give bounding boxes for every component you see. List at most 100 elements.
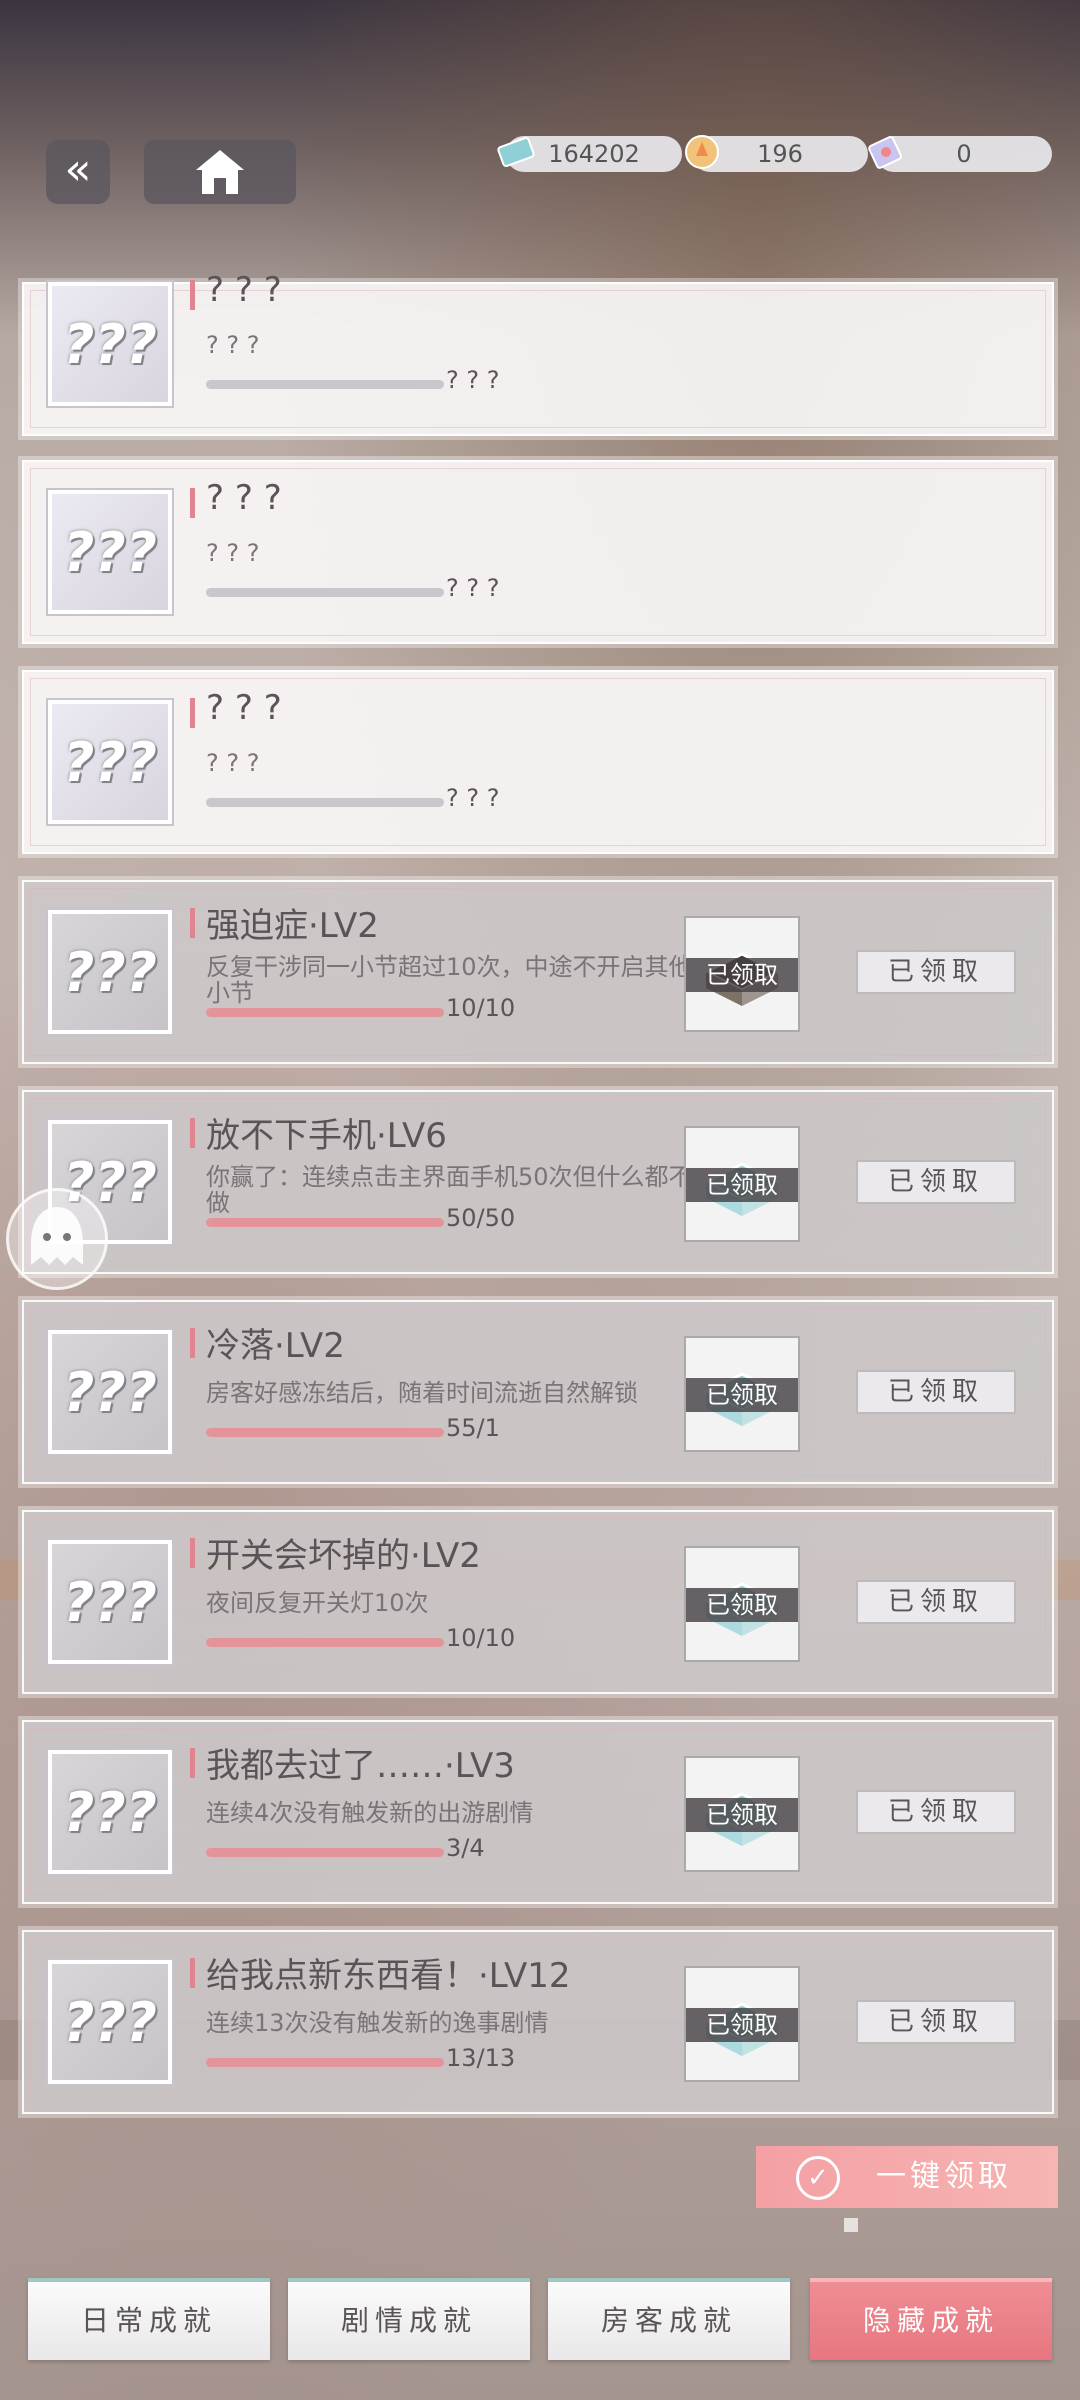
achievement-placeholder-icon: ???	[46, 1748, 174, 1876]
progress-text: ? ? ?	[446, 574, 500, 602]
reward-item: 已领取	[684, 1966, 800, 2082]
progress-text: 3/4	[446, 1834, 485, 1862]
achievement-card: ??? 开关会坏掉的·LV2 夜间反复开关灯10次 10/10 已领取 已领取	[22, 1510, 1054, 1694]
progress-fill	[206, 1638, 444, 1647]
reward-item: 已领取	[684, 1756, 800, 1872]
progress-text: ? ? ?	[446, 784, 500, 812]
achievement-description: ? ? ?	[206, 749, 260, 777]
reward-claimed-tag: 已领取	[686, 1588, 798, 1622]
claim-button[interactable]: 已领取	[856, 2000, 1016, 2044]
achievement-description: ? ? ?	[206, 539, 260, 567]
claim-button[interactable]: 已领取	[856, 950, 1016, 994]
page-indicator-dot	[844, 2218, 858, 2232]
achievement-placeholder-icon: ???	[46, 280, 174, 408]
progress-bar	[206, 798, 444, 807]
achievement-title: 冷落·LV2	[206, 1326, 345, 1366]
reward-claimed-tag: 已领取	[686, 2008, 798, 2042]
progress-bar	[206, 1428, 444, 1437]
achievement-title: 开关会坏掉的·LV2	[206, 1536, 481, 1576]
title-accent-bar	[190, 1118, 195, 1148]
gem-icon	[685, 135, 719, 169]
back-button[interactable]: «	[46, 140, 110, 204]
achievement-card: ??? ? ? ? ? ? ? ? ? ?	[22, 270, 1054, 436]
reward-claimed-tag: 已领取	[686, 1168, 798, 1202]
reward-claimed-tag: 已领取	[686, 958, 798, 992]
achievement-placeholder-icon: ???	[46, 488, 174, 616]
ghost-icon	[31, 1207, 83, 1265]
progress-bar	[206, 1848, 444, 1857]
double-chevron-left-icon: «	[64, 144, 92, 195]
achievement-card: ??? ? ? ? ? ? ? ? ? ?	[22, 670, 1054, 854]
progress-fill	[206, 1848, 444, 1857]
achievement-description: ? ? ?	[206, 331, 260, 359]
progress-fill	[206, 1008, 444, 1017]
currency-ticket: 0	[868, 136, 1052, 172]
achievement-title: ? ? ?	[206, 478, 282, 518]
tab-hidden[interactable]: 隐藏成就	[810, 2278, 1052, 2360]
reward-item: 已领取	[684, 1336, 800, 1452]
ticket-icon	[868, 136, 902, 169]
tab-daily[interactable]: 日常成就	[28, 2278, 270, 2360]
achievement-card: ??? 强迫症·LV2 反复干涉同一小节超过10次，中途不开启其他小节 10/1…	[22, 880, 1054, 1064]
progress-text: 55/1	[446, 1414, 500, 1442]
title-accent-bar	[190, 1748, 195, 1778]
tab-story[interactable]: 剧情成就	[288, 2278, 530, 2360]
progress-bar	[206, 1638, 444, 1647]
achievement-title: ? ? ?	[206, 688, 282, 728]
home-button[interactable]	[144, 140, 296, 204]
achievement-description: 房客好感冻结后，随着时间流逝自然解锁	[206, 1379, 638, 1407]
progress-text: 10/10	[446, 1624, 516, 1652]
progress-text: 50/50	[446, 1204, 516, 1232]
achievement-card: ??? 我都去过了……·LV3 连续4次没有触发新的出游剧情 3/4 已领取 已…	[22, 1720, 1054, 1904]
claim-button[interactable]: 已领取	[856, 1370, 1016, 1414]
progress-text: 10/10	[446, 994, 516, 1022]
reward-item: 已领取	[684, 1546, 800, 1662]
tab-tenant[interactable]: 房客成就	[548, 2278, 790, 2360]
title-accent-bar	[190, 1538, 195, 1568]
achievement-placeholder-icon: ???	[46, 1538, 174, 1666]
progress-fill	[206, 1218, 444, 1227]
achievement-placeholder-icon: ???	[46, 698, 174, 826]
floating-assistant-button[interactable]	[6, 1188, 108, 1290]
progress-bar	[206, 588, 444, 597]
reward-item: 已领取	[684, 916, 800, 1032]
progress-bar	[206, 1218, 444, 1227]
title-accent-bar	[190, 488, 195, 518]
achievement-card: ??? ? ? ? ? ? ? ? ? ?	[22, 460, 1054, 644]
achievement-placeholder-icon: ???	[46, 908, 174, 1036]
claim-button[interactable]: 已领取	[856, 1580, 1016, 1624]
achievement-title: ? ? ?	[206, 270, 282, 310]
reward-claimed-tag: 已领取	[686, 1798, 798, 1832]
achievement-placeholder-icon: ???	[46, 1958, 174, 2086]
achievement-title: 我都去过了……·LV3	[206, 1746, 515, 1786]
claim-all-button[interactable]: ✓ 一键领取	[756, 2146, 1058, 2208]
achievement-card: ??? 冷落·LV2 房客好感冻结后，随着时间流逝自然解锁 55/1 已领取 已…	[22, 1300, 1054, 1484]
achievement-title: 强迫症·LV2	[206, 906, 379, 946]
claim-button[interactable]: 已领取	[856, 1160, 1016, 1204]
progress-bar	[206, 2058, 444, 2067]
home-icon	[196, 150, 244, 194]
reward-claimed-tag: 已领取	[686, 1378, 798, 1412]
claim-button[interactable]: 已领取	[856, 1790, 1016, 1834]
progress-text: ? ? ?	[446, 366, 500, 394]
title-accent-bar	[190, 280, 195, 310]
achievement-description: 夜间反复开关灯10次	[206, 1589, 429, 1617]
achievement-title: 给我点新东西看！·LV12	[206, 1956, 571, 1996]
achievement-placeholder-icon: ???	[46, 1328, 174, 1456]
achievement-description: 连续4次没有触发新的出游剧情	[206, 1799, 534, 1827]
title-accent-bar	[190, 1958, 195, 1988]
cash-icon	[497, 136, 535, 168]
reward-item: 已领取	[684, 1126, 800, 1242]
title-accent-bar	[190, 698, 195, 728]
title-accent-bar	[190, 1328, 195, 1358]
progress-bar	[206, 1008, 444, 1017]
achievement-card: ??? 放不下手机·LV6 你赢了：连续点击主界面手机50次但什么都不做 50/…	[22, 1090, 1054, 1274]
progress-fill	[206, 1428, 444, 1437]
achievement-description: 连续13次没有触发新的逸事剧情	[206, 2009, 549, 2037]
achievement-title: 放不下手机·LV6	[206, 1116, 447, 1156]
title-accent-bar	[190, 908, 195, 938]
progress-fill	[206, 2058, 444, 2067]
achievement-card: ??? 给我点新东西看！·LV12 连续13次没有触发新的逸事剧情 13/13 …	[22, 1930, 1054, 2114]
progress-text: 13/13	[446, 2044, 516, 2072]
currency-cash: 164202	[497, 136, 682, 172]
